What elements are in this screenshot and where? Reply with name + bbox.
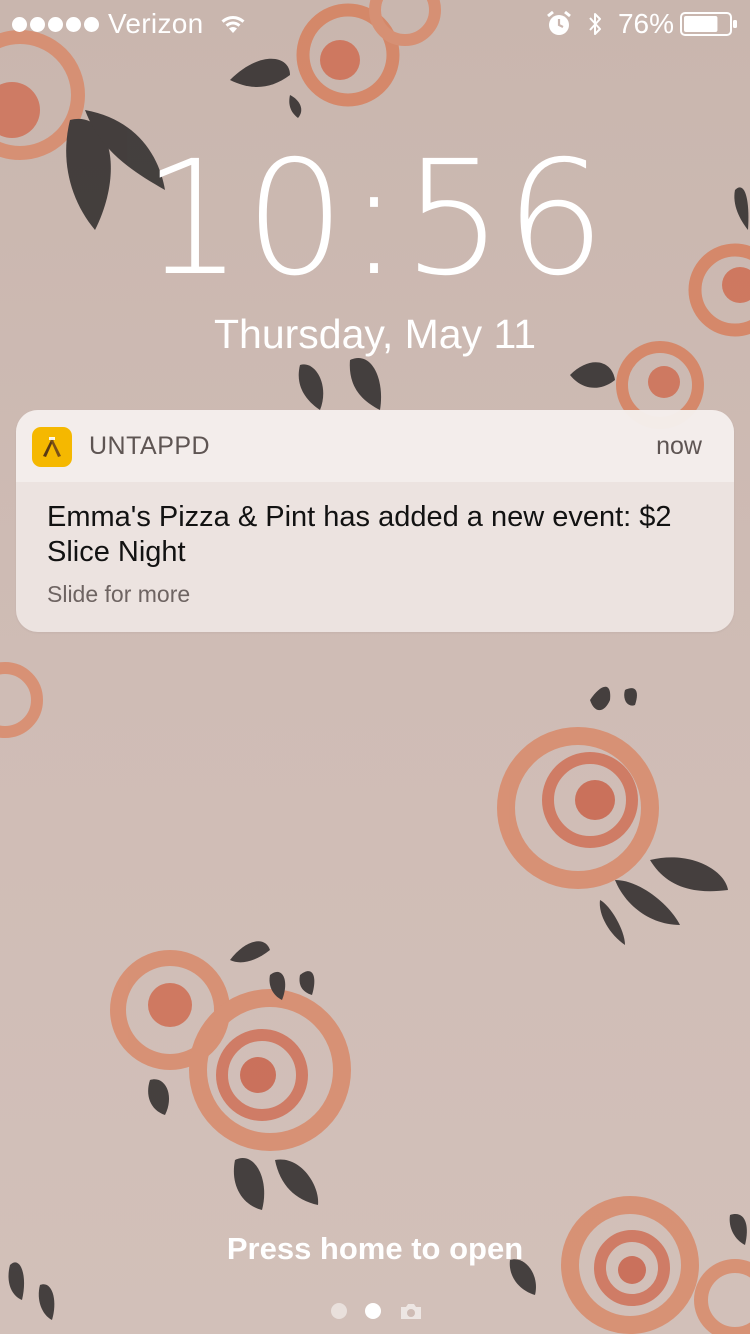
page-indicator bbox=[331, 1302, 423, 1320]
camera-icon[interactable] bbox=[399, 1302, 423, 1320]
notification-message: Emma's Pizza & Pint has added a new even… bbox=[47, 501, 672, 568]
status-left: Verizon bbox=[12, 8, 248, 40]
notification-card[interactable]: UNTAPPD now Emma's Pizza & Pint has adde… bbox=[16, 410, 734, 632]
bluetooth-icon bbox=[589, 13, 601, 35]
signal-dot bbox=[12, 16, 27, 32]
signal-dot bbox=[84, 16, 99, 32]
notification-time: now bbox=[656, 432, 702, 460]
carrier-name: Verizon bbox=[108, 8, 204, 39]
alarm-icon bbox=[547, 10, 571, 35]
signal-dots-icon bbox=[12, 16, 102, 32]
page-dot-2 bbox=[365, 1303, 381, 1319]
page-dot-1 bbox=[331, 1303, 347, 1319]
beer-mug-icon bbox=[43, 437, 61, 457]
battery-fill bbox=[684, 16, 718, 32]
battery-icon bbox=[680, 12, 737, 36]
signal-dot bbox=[48, 16, 63, 32]
lock-screen-date: Thursday, May 11 bbox=[213, 311, 537, 357]
status-right: 76% bbox=[546, 8, 738, 40]
signal-dot bbox=[66, 16, 81, 32]
signal-dot bbox=[30, 16, 45, 32]
notification-hint: Slide for more bbox=[47, 581, 191, 607]
wifi-icon bbox=[221, 16, 244, 33]
notification-header: UNTAPPD now bbox=[16, 410, 734, 482]
untappd-app-icon bbox=[32, 427, 72, 467]
status-bar: Verizon 76% bbox=[0, 0, 750, 50]
battery-percent: 76% bbox=[617, 8, 674, 39]
notification-app-name: UNTAPPD bbox=[89, 432, 211, 460]
press-home-prompt: Press home to open bbox=[226, 1231, 524, 1266]
lock-screen-time: 10:56 bbox=[142, 127, 608, 311]
